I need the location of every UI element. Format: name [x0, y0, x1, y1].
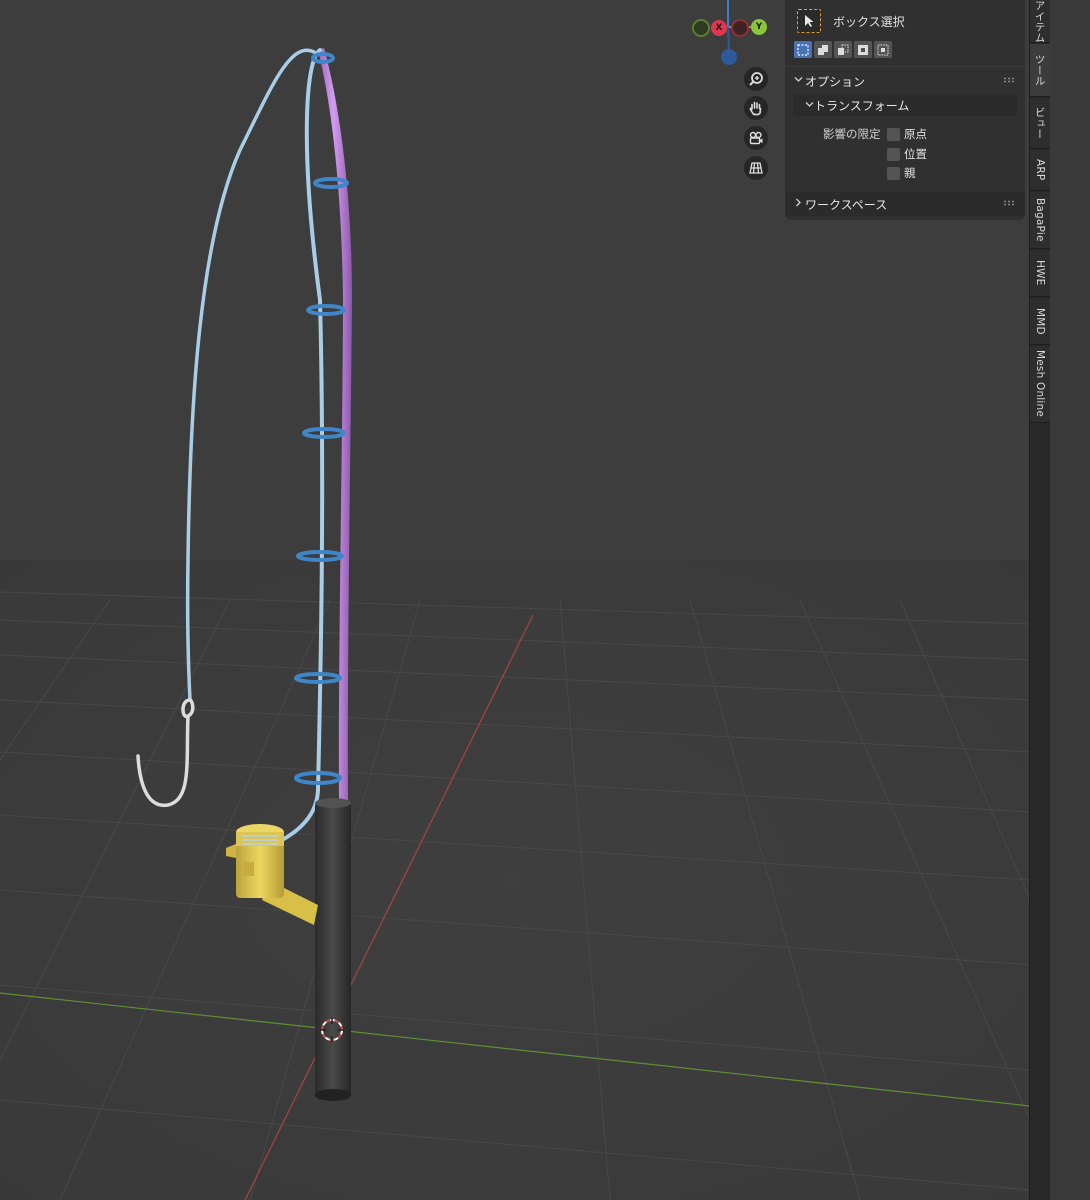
checkbox-box[interactable]: [887, 127, 900, 141]
sidebar-tabs: アイテム ツール ビュー ARP BagaPie HWE MMD Mesh On…: [1029, 0, 1050, 1200]
gizmo-neg-y-circle[interactable]: [692, 19, 710, 37]
tab-tool[interactable]: ツール: [1030, 44, 1050, 97]
options-title: オプション: [805, 74, 866, 89]
camera-icon[interactable]: [744, 126, 768, 150]
drag-grip-icon[interactable]: [1003, 77, 1015, 83]
navigation-gizmo[interactable]: X Y: [690, 0, 770, 70]
checkbox-box[interactable]: [887, 147, 900, 161]
chevron-right-icon: [791, 198, 805, 210]
checkbox-box[interactable]: [887, 166, 900, 180]
drag-grip-icon[interactable]: [1003, 200, 1015, 206]
active-tool-header: ボックス選択: [797, 8, 905, 34]
tab-hwe[interactable]: HWE: [1030, 250, 1050, 297]
intersect-mode-icon[interactable]: [874, 41, 892, 58]
extend-mode-icon[interactable]: [814, 41, 832, 58]
transform-subpanel-header[interactable]: トランスフォーム: [793, 94, 1017, 116]
gizmo-neg-x-circle[interactable]: [731, 19, 749, 37]
invert-mode-icon[interactable]: [854, 41, 872, 58]
set-mode-icon[interactable]: [794, 41, 812, 58]
transform-title: トランスフォーム: [814, 98, 910, 113]
affect-origins-checkbox[interactable]: 原点: [887, 126, 927, 142]
selection-mode-row: [794, 41, 892, 58]
tab-mesh-online[interactable]: Mesh Online: [1030, 346, 1050, 423]
affect-only-label: 影響の限定: [823, 127, 881, 141]
gizmo-y-circle[interactable]: Y: [751, 19, 767, 35]
box-select-cursor-icon[interactable]: [797, 9, 821, 33]
zoom-icon[interactable]: [744, 67, 768, 91]
tab-view[interactable]: ビュー: [1030, 98, 1050, 149]
workspace-title: ワークスペース: [805, 197, 888, 212]
grid-ortho-icon[interactable]: [744, 156, 768, 180]
workspace-panel-header[interactable]: ワークスペース: [785, 192, 1025, 216]
chevron-down-icon: [791, 75, 805, 87]
right-editor-strip: [1050, 0, 1090, 1200]
tab-mmd[interactable]: MMD: [1030, 298, 1050, 345]
affect-locations-checkbox[interactable]: 位置: [887, 146, 927, 162]
affect-parents-checkbox[interactable]: 親: [887, 165, 916, 181]
options-panel-header[interactable]: オプション: [785, 69, 1025, 93]
active-tool-name: ボックス選択: [833, 14, 905, 29]
chevron-down-icon: [805, 98, 814, 112]
subtract-mode-icon[interactable]: [834, 41, 852, 58]
sidebar-n-panel: ボックス選択 オプション トランスフォーム 影響の限定 原点 位置 親 ワークス…: [785, 0, 1025, 220]
rod-handle: [315, 800, 351, 1100]
checkbox-label: 親: [904, 166, 916, 180]
tab-arp[interactable]: ARP: [1030, 150, 1050, 191]
checkbox-label: 位置: [904, 147, 927, 161]
hand-pan-icon[interactable]: [744, 96, 768, 120]
checkbox-label: 原点: [904, 127, 927, 141]
gizmo-x-circle[interactable]: X: [711, 20, 727, 36]
tab-item[interactable]: アイテム: [1030, 0, 1050, 43]
tab-bagapie[interactable]: BagaPie: [1030, 192, 1050, 249]
gizmo-neg-z-circle[interactable]: [721, 49, 737, 65]
